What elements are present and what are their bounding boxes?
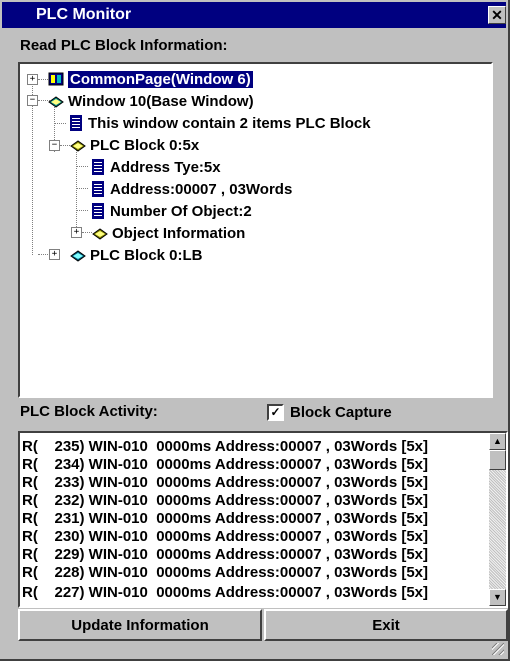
activity-log[interactable]: R( 235) WIN-010 0000ms Address:00007 , 0… xyxy=(18,431,508,608)
tree-node-label: PLC Block 0:LB xyxy=(90,246,203,264)
document-icon xyxy=(92,181,104,197)
update-information-button[interactable]: Update Information xyxy=(18,609,262,641)
document-icon xyxy=(92,203,104,219)
book-icon xyxy=(70,138,86,152)
activity-label: PLC Block Activity: xyxy=(20,403,158,420)
log-row: R( 229) WIN-010 0000ms Address:00007 , 0… xyxy=(22,546,429,563)
log-row: R( 228) WIN-010 0000ms Address:00007 , 0… xyxy=(22,564,429,581)
tree-connector xyxy=(76,210,88,211)
tree-connector xyxy=(76,166,88,167)
log-row: R( 233) WIN-010 0000ms Address:00007 , 0… xyxy=(22,474,429,491)
resize-grip-icon[interactable] xyxy=(492,643,504,655)
tree-node-object-information[interactable]: Object Information xyxy=(92,222,245,244)
plc-block-tree[interactable]: + − − + + CommonPage(Window 6) Window 10… xyxy=(18,62,493,398)
log-row: R( 234) WIN-010 0000ms Address:00007 , 0… xyxy=(22,456,429,473)
expand-toggle[interactable]: + xyxy=(27,74,38,85)
tree-node-number-of-object[interactable]: Number Of Object:2 xyxy=(92,200,252,222)
scroll-down-button[interactable]: ▼ xyxy=(489,589,506,606)
tree-node-label: Window 10(Base Window) xyxy=(68,92,254,110)
tree-connector xyxy=(82,232,92,233)
tree-node-common-page[interactable]: CommonPage(Window 6) xyxy=(48,68,253,90)
log-row: R( 231) WIN-010 0000ms Address:00007 , 0… xyxy=(22,510,429,527)
expand-toggle[interactable]: + xyxy=(71,227,82,238)
tree-node-plc-block-5x[interactable]: PLC Block 0:5x xyxy=(70,134,199,156)
document-icon xyxy=(92,159,104,175)
tree-node-window-info[interactable]: This window contain 2 items PLC Block xyxy=(70,112,371,134)
collapse-toggle[interactable]: − xyxy=(27,95,38,106)
scroll-up-button[interactable]: ▲ xyxy=(489,433,506,450)
tree-connector xyxy=(54,123,66,124)
block-capture-label[interactable]: Block Capture xyxy=(290,404,392,421)
tree-node-label: Address Tye:5x xyxy=(110,158,221,176)
window-title: PLC Monitor xyxy=(36,6,132,23)
collapse-toggle[interactable]: − xyxy=(49,140,60,151)
document-icon xyxy=(70,115,82,131)
tree-node-plc-block-lb[interactable]: PLC Block 0:LB xyxy=(70,244,203,266)
plc-monitor-window: PLC Monitor ✕ Read PLC Block Information… xyxy=(0,0,510,661)
tree-node-label: Number Of Object:2 xyxy=(110,202,252,220)
book-icon xyxy=(48,94,64,108)
tree-connector xyxy=(76,188,88,189)
log-scrollbar[interactable]: ▲ ▼ xyxy=(489,433,506,606)
book-icon xyxy=(48,72,64,86)
log-row: R( 232) WIN-010 0000ms Address:00007 , 0… xyxy=(22,492,429,509)
tree-node-label: CommonPage(Window 6) xyxy=(68,70,253,88)
expand-toggle[interactable]: + xyxy=(49,249,60,260)
close-button[interactable]: ✕ xyxy=(488,6,506,24)
log-row: R( 227) WIN-010 0000ms Address:00007 , 0… xyxy=(22,584,429,601)
book-icon xyxy=(70,248,86,262)
block-capture-checkbox[interactable]: ✓ xyxy=(267,404,284,421)
log-row: R( 230) WIN-010 0000ms Address:00007 , 0… xyxy=(22,528,429,545)
tree-section-label: Read PLC Block Information: xyxy=(20,37,228,54)
title-bar[interactable]: PLC Monitor ✕ xyxy=(2,2,506,28)
tree-node-label: Address:00007 , 03Words xyxy=(110,180,293,198)
tree-node-label: This window contain 2 items PLC Block xyxy=(88,114,371,132)
exit-button[interactable]: Exit xyxy=(264,609,508,641)
scroll-thumb[interactable] xyxy=(489,450,506,470)
tree-node-window-10[interactable]: Window 10(Base Window) xyxy=(48,90,254,112)
tree-node-label: PLC Block 0:5x xyxy=(90,136,200,154)
tree-node-address-type[interactable]: Address Tye:5x xyxy=(92,156,221,178)
tree-node-address[interactable]: Address:00007 , 03Words xyxy=(92,178,292,200)
book-icon xyxy=(92,226,108,240)
tree-node-label: Object Information xyxy=(112,224,246,242)
log-row: R( 235) WIN-010 0000ms Address:00007 , 0… xyxy=(22,438,429,455)
tree-connector xyxy=(60,145,70,146)
